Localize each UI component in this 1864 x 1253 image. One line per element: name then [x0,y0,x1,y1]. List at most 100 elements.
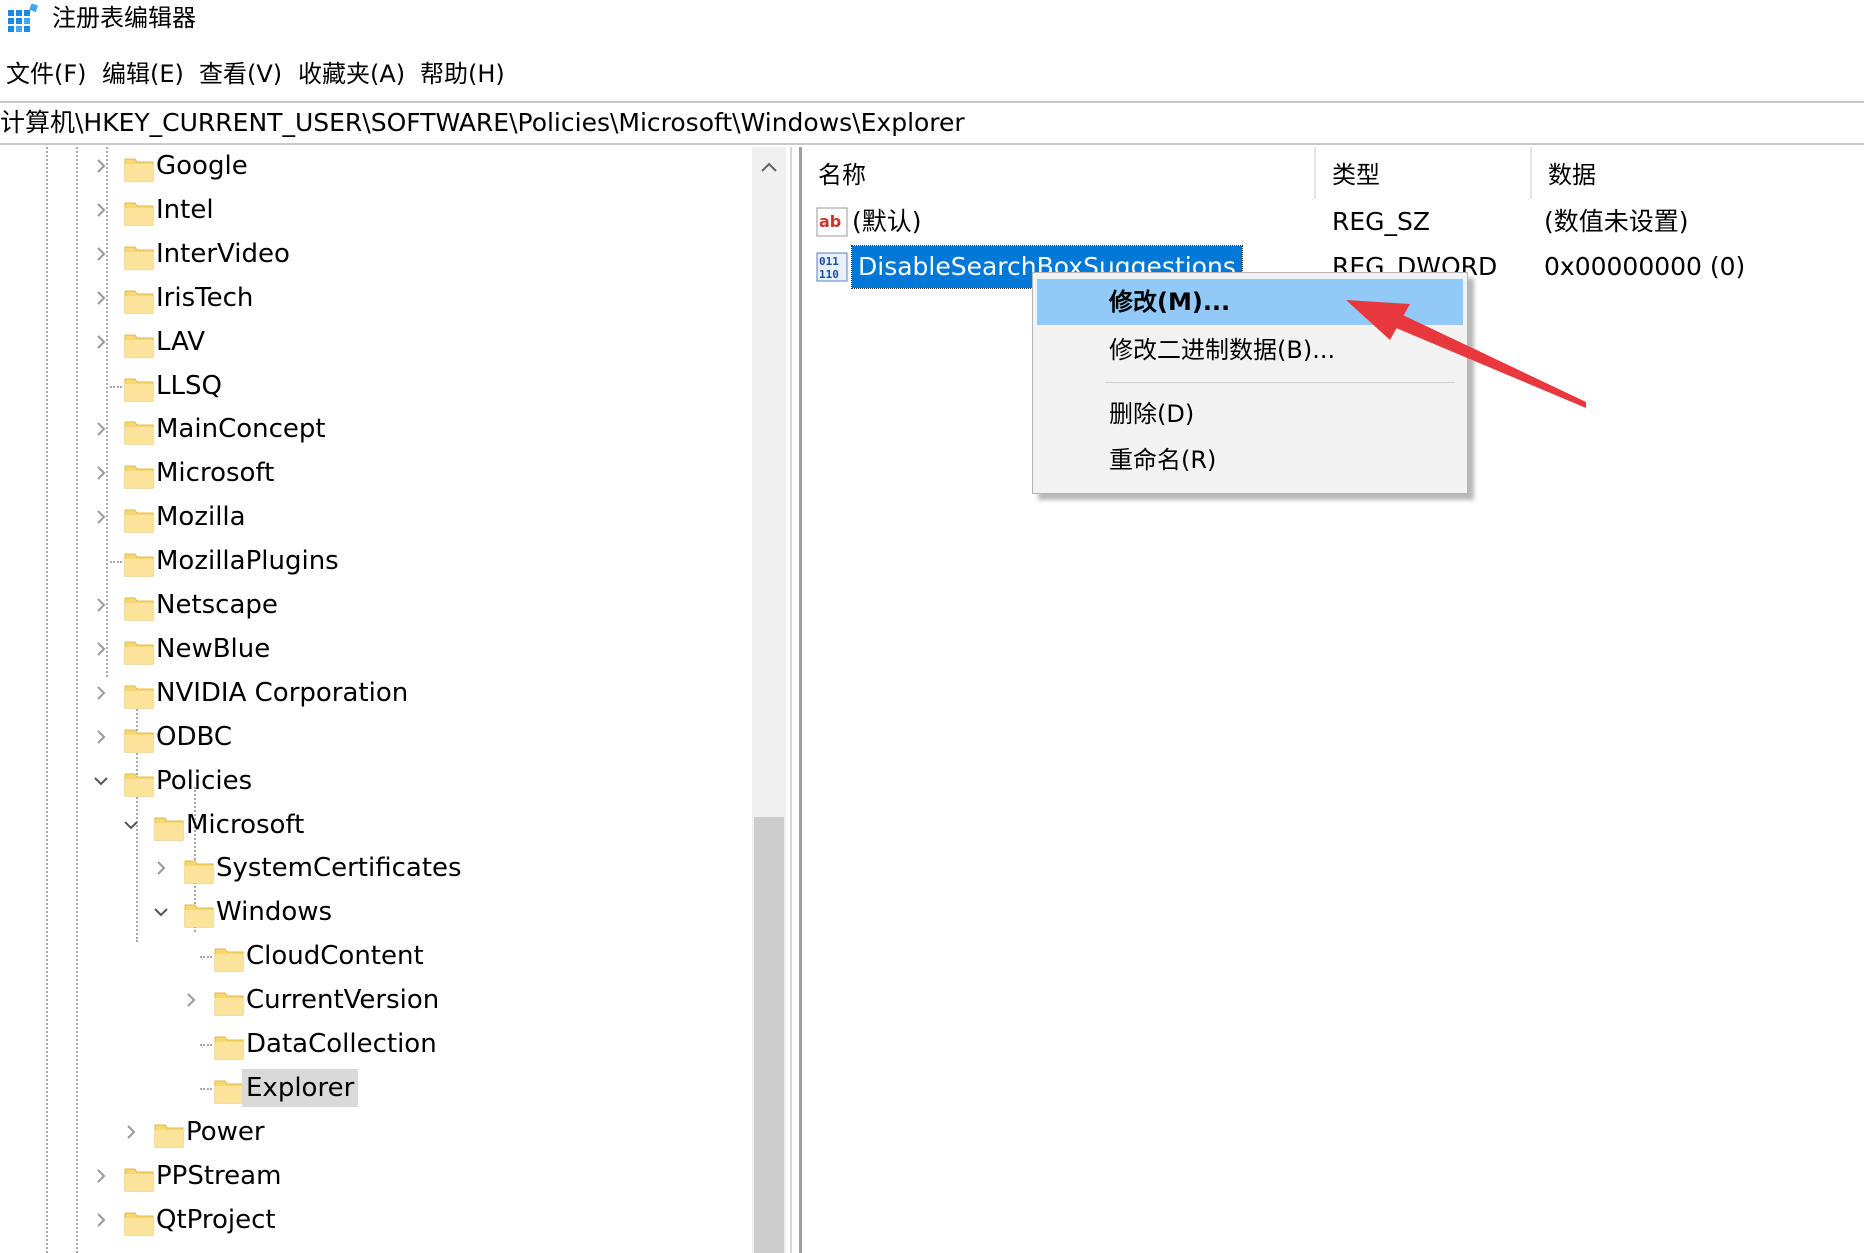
menu-edit[interactable]: 编辑(E) [102,54,184,94]
tree-item[interactable]: LAV [0,323,750,363]
tree-item-label: MainConcept [156,414,326,445]
folder-icon [124,637,154,665]
address-path[interactable]: 计算机\HKEY_CURRENT_USER\SOFTWARE\Policies\… [0,103,965,143]
tree-item[interactable]: LLSQ [0,367,750,407]
tree-item-label: Windows [216,897,333,928]
chevron-right-icon[interactable] [94,159,108,173]
tree-connector [200,1087,212,1090]
tree-item[interactable]: MainConcept [0,410,750,450]
menu-separator [1105,382,1455,383]
pane-splitter[interactable] [790,147,802,1253]
tree-item[interactable]: MozillaPlugins [0,542,750,582]
scroll-thumb[interactable] [754,817,784,1253]
tree-item-label: LAV [156,326,205,357]
chevron-right-icon[interactable] [124,1125,138,1139]
tree-item-label: Mozilla [156,502,246,533]
chevron-right-icon[interactable] [94,290,108,305]
tree-item[interactable]: Google [0,147,750,187]
tree-scrollbar[interactable] [752,147,786,1253]
tree-item[interactable]: Intel [0,191,750,231]
chevron-down-icon[interactable] [94,774,108,788]
tree-item[interactable]: Policies [0,762,750,802]
folder-icon [184,856,214,884]
folder-icon [124,154,154,182]
tree-item-label: Intel [156,194,214,225]
tree-connector [200,1044,212,1046]
registry-editor-icon [8,4,38,32]
menu-help[interactable]: 帮助(H) [420,54,505,94]
column-header-name[interactable]: 名称 [802,147,1314,199]
tree-item[interactable]: CurrentVersion [0,981,750,1021]
menu-item-delete[interactable]: 删除(D) [1037,391,1463,437]
chevron-right-icon[interactable] [94,247,108,261]
tree-item[interactable]: NewBlue [0,630,750,670]
tree-item-label: ODBC [156,721,233,752]
tree-item[interactable]: DataCollection [0,1025,750,1065]
binary-value-icon: 011 110 [816,252,848,282]
folder-icon [124,242,154,270]
tree-item[interactable]: Mozilla [0,498,750,538]
scroll-up-icon[interactable] [760,161,778,173]
folder-icon [124,1208,154,1236]
tree-item[interactable]: Power [0,1113,750,1153]
chevron-right-icon[interactable] [94,422,108,437]
chevron-right-icon[interactable] [94,334,108,349]
chevron-right-icon[interactable] [94,203,108,217]
tree-connector [110,385,122,388]
chevron-right-icon[interactable] [94,1168,108,1183]
column-header-data[interactable]: 数据 [1532,147,1864,199]
tree-item[interactable]: ODBC [0,718,750,758]
column-header-type[interactable]: 类型 [1316,147,1530,199]
string-value-icon: ab [816,207,848,237]
tree-item-label: CloudContent [246,941,424,972]
folder-icon [124,769,154,797]
folder-icon [214,988,244,1016]
tree-item[interactable]: Netscape [0,586,750,626]
tree-item-label: Policies [156,765,253,796]
menu-file[interactable]: 文件(F) [6,54,87,94]
chevron-right-icon[interactable] [94,1212,108,1227]
chevron-down-icon[interactable] [154,905,168,919]
menu-item-modify-binary[interactable]: 修改二进制数据(B)... [1037,327,1463,373]
value-data: (数值未设置) [1544,207,1689,236]
chevron-down-icon[interactable] [124,818,138,832]
chevron-right-icon[interactable] [94,510,108,524]
menu-item-modify[interactable]: 修改(M)... [1037,279,1463,325]
tree-item[interactable]: Explorer [0,1068,750,1109]
tree-item[interactable]: PPStream [0,1157,750,1197]
folder-icon [184,900,214,928]
folder-icon [124,374,154,402]
menu-favorites[interactable]: 收藏夹(A) [298,54,405,94]
tree-item-label: QtProject [156,1204,276,1235]
chevron-right-icon[interactable] [184,993,198,1007]
tree-item-label: NewBlue [156,633,271,664]
chevron-right-icon[interactable] [94,686,108,700]
tree-item[interactable]: Windows [0,893,750,933]
tree-item-label: SystemCertificates [216,853,462,884]
chevron-right-icon[interactable] [94,466,108,481]
chevron-right-icon[interactable] [94,598,108,612]
menu-view[interactable]: 查看(V) [199,54,282,94]
address-bar[interactable]: 计算机\HKEY_CURRENT_USER\SOFTWARE\Policies\… [0,101,1864,145]
tree-item[interactable]: CloudContent [0,937,750,977]
tree-item[interactable]: Microsoft [0,454,750,494]
chevron-right-icon[interactable] [94,642,108,656]
tree-item[interactable]: InterVideo [0,235,750,275]
tree-item-label: Microsoft [186,809,305,840]
chevron-right-icon[interactable] [94,729,108,744]
folder-icon [124,549,154,577]
chevron-right-icon[interactable] [154,861,168,876]
tree-item[interactable]: Microsoft [0,806,750,846]
folder-icon [124,461,154,489]
value-row[interactable]: ab (默认) REG_SZ (数值未设置) [802,201,1864,243]
folder-icon [214,1032,244,1060]
menu-item-rename[interactable]: 重命名(R) [1037,437,1463,483]
tree-item-label: IrisTech [156,282,254,313]
tree-item[interactable]: SystemCertificates [0,849,750,889]
folder-icon [124,681,154,709]
tree-item[interactable]: NVIDIA Corporation [0,674,750,714]
tree-item[interactable]: QtProject [0,1201,750,1241]
tree-item[interactable]: IrisTech [0,279,750,319]
svg-text:ab: ab [819,212,841,231]
tree-item-label: Microsoft [156,458,275,489]
